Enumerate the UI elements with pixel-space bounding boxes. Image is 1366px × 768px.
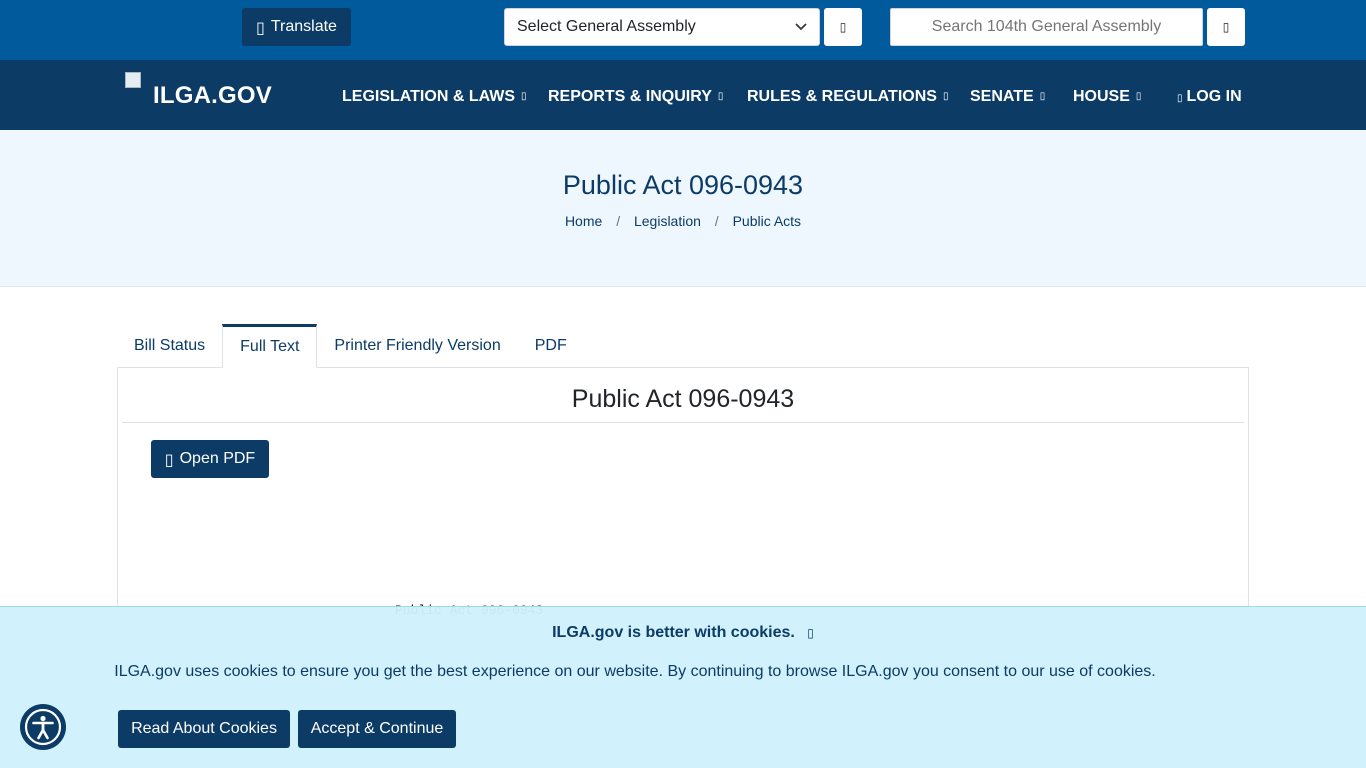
- login-icon: ▯: [1177, 93, 1183, 104]
- assembly-go-button[interactable]: ▯: [824, 8, 862, 46]
- logo-text: ILGA.GOV: [153, 82, 272, 109]
- cookie-banner: ILGA.gov is better with cookies. ▯ ILGA.…: [0, 606, 1366, 768]
- caret-icon: ▯: [521, 91, 527, 103]
- nav-legislation-laws[interactable]: LEGISLATION & LAWS ▯: [342, 88, 527, 106]
- breadcrumb-separator: /: [714, 213, 719, 229]
- chevron-down-icon: [795, 23, 807, 31]
- main-navbar: ILGA.GOV LEGISLATION & LAWS ▯ REPORTS & I…: [0, 60, 1366, 130]
- general-assembly-select-value: Select General Assembly: [517, 18, 696, 35]
- nav-house[interactable]: HOUSE ▯: [1073, 88, 1141, 106]
- nav-item-label: LEGISLATION & LAWS: [342, 88, 516, 105]
- cookie-title-text: ILGA.gov is better with cookies.: [552, 624, 795, 641]
- translate-label: Translate: [270, 18, 337, 35]
- breadcrumb: Home / Legislation / Public Acts: [0, 213, 1366, 229]
- accessibility-icon: [24, 708, 62, 746]
- cookie-icon: ▯: [807, 626, 814, 640]
- accept-continue-button[interactable]: Accept & Continue: [298, 710, 456, 748]
- caret-icon: ▯: [1039, 91, 1046, 103]
- nav-item-label: RULES & REGULATIONS: [747, 88, 937, 105]
- content-title: Public Act 096-0943: [571, 385, 795, 413]
- nav-item-label: SENATE: [970, 88, 1034, 105]
- page-title: Public Act 096-0943: [562, 170, 804, 200]
- document-tabs: Bill Status Full Text Printer Friendly V…: [117, 324, 584, 368]
- nav-rules-regulations[interactable]: RULES & REGULATIONS ▯: [747, 88, 948, 106]
- nav-senate[interactable]: SENATE ▯: [970, 88, 1045, 106]
- site-logo[interactable]: ILGA.GOV: [125, 72, 272, 110]
- nav-item-label: HOUSE: [1073, 88, 1130, 105]
- page-hero: Public Act 096-0943 Home / Legislation /…: [0, 130, 1366, 287]
- open-pdf-label: Open PDF: [179, 450, 256, 467]
- open-pdf-button[interactable]: ▯ Open PDF: [151, 440, 269, 478]
- tab-bill-status[interactable]: Bill Status: [117, 324, 222, 368]
- accessibility-button[interactable]: [20, 704, 66, 750]
- search-input[interactable]: [890, 8, 1203, 46]
- logo-image-icon: [125, 72, 141, 88]
- caret-icon: ▯: [717, 91, 724, 103]
- breadcrumb-home[interactable]: Home: [565, 213, 602, 229]
- breadcrumb-legislation[interactable]: Legislation: [634, 213, 701, 229]
- translate-button[interactable]: ▯ Translate: [242, 8, 351, 46]
- tab-full-text[interactable]: Full Text: [222, 324, 318, 368]
- content-divider: [122, 422, 1244, 423]
- cookie-title: ILGA.gov is better with cookies. ▯: [0, 624, 1366, 642]
- tab-printer-friendly[interactable]: Printer Friendly Version: [317, 324, 517, 368]
- top-utility-bar: ▯ Translate Select General Assembly ▯ ▯: [0, 0, 1366, 60]
- nav-reports-inquiry[interactable]: REPORTS & INQUIRY ▯: [548, 88, 723, 106]
- breadcrumb-public-acts[interactable]: Public Acts: [733, 213, 801, 229]
- caret-icon: ▯: [942, 91, 949, 103]
- file-pdf-icon: ▯: [164, 449, 174, 469]
- read-about-cookies-button[interactable]: Read About Cookies: [118, 710, 290, 748]
- login-label: LOG IN: [1186, 88, 1242, 105]
- general-assembly-select[interactable]: Select General Assembly: [504, 8, 820, 46]
- nav-item-label: REPORTS & INQUIRY: [548, 88, 712, 105]
- globe-icon: ▯: [256, 17, 265, 37]
- nav-login[interactable]: ▯ LOG IN: [1177, 88, 1242, 106]
- go-icon: ▯: [839, 20, 847, 34]
- caret-icon: ▯: [1135, 91, 1142, 103]
- search-button[interactable]: ▯: [1207, 8, 1245, 46]
- tab-pdf[interactable]: PDF: [518, 324, 584, 368]
- cookie-message: ILGA.gov uses cookies to ensure you get …: [114, 663, 1156, 680]
- breadcrumb-separator: /: [616, 213, 621, 229]
- search-icon: ▯: [1222, 20, 1230, 34]
